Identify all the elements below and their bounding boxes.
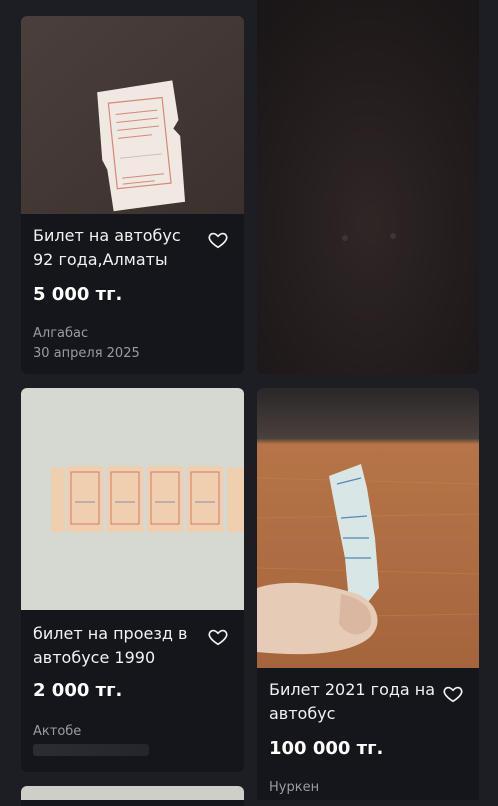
listing-location: Нуркен [269,780,320,795]
listing-price: 100 000 тг. [269,738,384,759]
hand-ticket-photo-icon[interactable] [257,388,479,668]
favorite-heart-icon[interactable] [207,229,229,251]
listing-price: 2 000 тг. [33,680,123,701]
listing-title[interactable]: Билет 2021 года на автобус [269,678,439,726]
listing-date: 30 апреля 2025 [33,346,140,361]
listing-card-partial[interactable] [257,0,479,374]
listing-card-partial-bottom[interactable] [21,786,244,806]
blurred-date [33,744,149,756]
listing-title[interactable]: Билет на автобус 92 года,Алматы [33,224,203,272]
listing-title[interactable]: билет на проезд в автобусе 1990 [33,622,203,670]
favorite-heart-icon[interactable] [442,683,464,705]
listing-card-2[interactable]: билет на проезд в автобусе 1990 2 000 тг… [21,388,244,772]
listing-price: 5 000 тг. [33,284,123,305]
ticket-photo-icon[interactable] [21,16,244,214]
listing-card-1[interactable]: Билет на автобус 92 года,Алматы 5 000 тг… [21,16,244,374]
listing-location: Актобе [33,724,82,739]
favorite-heart-icon[interactable] [207,626,229,648]
listing-location: Алгабас [33,326,89,341]
listing-card-3[interactable]: Билет 2021 года на автобус 100 000 тг. Н… [257,388,479,800]
photo-icon[interactable] [21,786,244,800]
dark-photo-icon[interactable] [257,0,479,374]
ticket-strip-photo-icon[interactable] [21,388,244,610]
